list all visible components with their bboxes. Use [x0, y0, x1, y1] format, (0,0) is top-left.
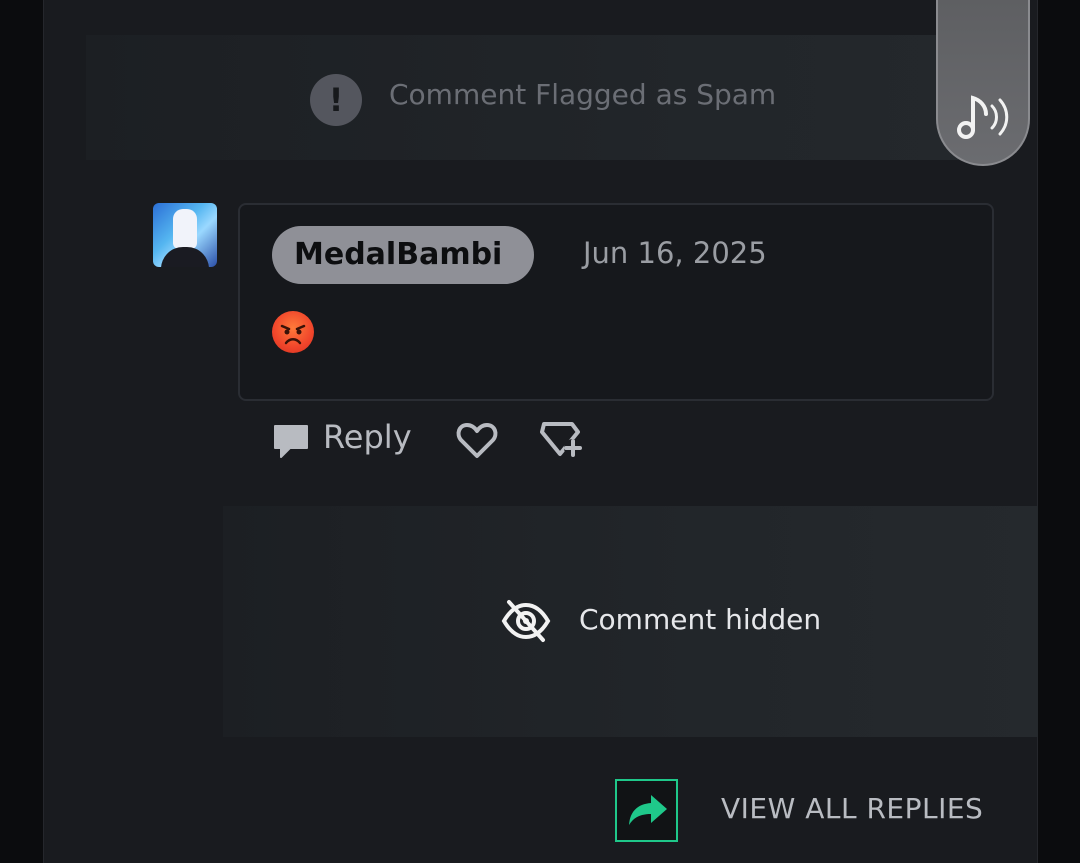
heart-icon[interactable] [456, 420, 498, 460]
music-audio-icon [957, 95, 1009, 139]
reply-bubble-icon[interactable] [272, 422, 310, 460]
comment-date: Jun 16, 2025 [583, 236, 767, 270]
share-arrow-icon [629, 795, 667, 825]
audio-toggle-button[interactable] [936, 0, 1030, 166]
spam-notice-text: Comment Flagged as Spam [389, 78, 777, 111]
avatar[interactable] [153, 203, 217, 267]
angry-face-emoji [272, 311, 314, 353]
avatar-figure [173, 209, 197, 249]
avatar-base [161, 247, 209, 267]
exclamation-icon: ! [310, 74, 362, 126]
view-all-replies-link[interactable]: VIEW ALL REPLIES [721, 792, 983, 825]
eye-slash-icon [501, 600, 551, 642]
reply-button[interactable]: Reply [323, 418, 412, 456]
username-chip[interactable]: MedalBambi [272, 226, 535, 284]
angry-face-features [280, 324, 306, 345]
gift-plus-icon[interactable] [540, 418, 584, 460]
view-replies-icon-button[interactable] [615, 779, 678, 842]
hidden-reply-text: Comment hidden [579, 603, 822, 636]
